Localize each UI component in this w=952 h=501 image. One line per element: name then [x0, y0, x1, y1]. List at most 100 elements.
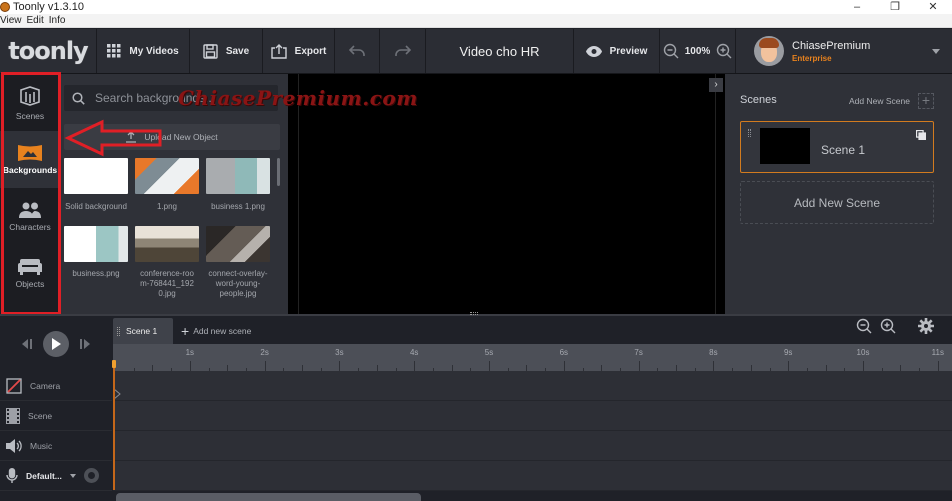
add-new-scene-button[interactable]: Add New Scene [740, 181, 934, 224]
preview-label: Preview [609, 45, 648, 57]
track-camera[interactable] [113, 371, 952, 401]
menu-view[interactable]: View [0, 15, 22, 26]
timeline-tab-scene-1[interactable]: Scene 1 [113, 318, 173, 344]
track-label-microphone[interactable]: Default... [0, 461, 112, 491]
project-title[interactable]: Video cho HR [426, 29, 574, 73]
my-videos-label: My Videos [129, 45, 179, 57]
asset-thumb-connect-overlay[interactable] [206, 226, 270, 262]
mic-dropdown-chevron-icon[interactable] [69, 473, 76, 478]
ruler-tick [863, 361, 864, 371]
track-voice[interactable] [113, 461, 952, 491]
toonly-logo: toonly [0, 29, 97, 73]
ruler-tick [788, 361, 790, 371]
film-icon [6, 407, 20, 424]
chevron-down-icon[interactable] [932, 49, 940, 54]
drag-handle-icon [117, 326, 120, 336]
ruler-tick [937, 361, 939, 371]
export-icon [270, 43, 287, 59]
add-new-scene-label: Add new scene [193, 326, 252, 336]
menubar: View Edit Info [0, 14, 952, 28]
transport-controls [0, 316, 112, 372]
avatar [754, 36, 784, 66]
asset-thumb-business[interactable] [64, 226, 128, 262]
annotation-arrow [64, 119, 162, 157]
track-name: Default... [26, 470, 62, 481]
add-new-scene-link[interactable]: Add New Scene [849, 96, 910, 106]
ruler-tick [339, 361, 341, 371]
ruler-label: 4s [409, 348, 419, 357]
track-label-scene[interactable]: Scene [0, 401, 112, 431]
save-label: Save [225, 45, 250, 57]
ruler-label: 3s [335, 348, 344, 357]
save-button[interactable]: Save [190, 29, 263, 73]
asset-thumb-conference-room[interactable] [135, 226, 199, 262]
redo-button[interactable] [380, 29, 426, 73]
settings-gear-icon[interactable] [918, 318, 934, 334]
drag-handle-icon[interactable] [748, 129, 751, 137]
zoom-level: 100% [684, 45, 711, 57]
playhead[interactable] [113, 360, 115, 490]
play-icon [52, 338, 61, 350]
timeline-zoom-out-icon[interactable] [856, 318, 872, 334]
minimize-button[interactable]: – [838, 0, 876, 14]
track-music[interactable] [113, 431, 952, 461]
asset-label: connect-overlay-word-young-people.jpg [208, 269, 268, 298]
preview-button[interactable]: Preview [574, 29, 660, 73]
track-label-camera[interactable]: Camera [0, 371, 112, 401]
ruler-tick [414, 361, 416, 371]
undo-button[interactable] [335, 29, 380, 73]
zoom-in-icon[interactable] [716, 43, 732, 59]
plus-icon: + [181, 323, 190, 339]
asset-thumb-solid[interactable] [64, 158, 128, 194]
ruler-label: 9s [783, 348, 793, 357]
asset-thumb-1[interactable] [135, 158, 199, 194]
ruler-tick [489, 361, 490, 371]
ruler-tick [189, 361, 191, 371]
ruler-tick [713, 361, 715, 371]
main-toolbar: toonly My Videos Save Export Video cho H… [0, 29, 952, 74]
export-label: Export [294, 45, 327, 57]
window-title: Toonly v1.3.10 [13, 1, 84, 13]
menu-edit[interactable]: Edit [27, 15, 44, 26]
microphone-icon [6, 467, 18, 483]
close-button[interactable]: ✕ [914, 0, 952, 14]
stage-canvas[interactable] [288, 74, 725, 314]
track-scene[interactable] [113, 401, 952, 431]
step-forward-icon[interactable] [79, 339, 91, 349]
step-back-icon[interactable] [21, 339, 33, 349]
app-icon [0, 2, 10, 12]
user-menu[interactable]: ChiasePremium Enterprise [736, 29, 952, 73]
ruler-label: 1s [185, 348, 195, 357]
collapse-panel-button[interactable]: › [709, 78, 723, 92]
highlight-box [1, 72, 61, 315]
add-new-scene-tab[interactable]: + Add new scene [181, 323, 251, 339]
timeline-zoom-in-icon[interactable] [880, 318, 896, 334]
track-label-music[interactable]: Music [0, 431, 112, 461]
add-scene-plus-button[interactable]: + [918, 93, 934, 109]
export-button[interactable]: Export [263, 29, 335, 73]
eye-icon [585, 45, 602, 57]
save-icon [203, 43, 218, 59]
restore-button[interactable]: ❐ [876, 0, 914, 14]
user-plan-badge: Enterprise [792, 53, 832, 63]
ruler-label: 11s [931, 348, 944, 357]
window-titlebar: Toonly v1.3.10 – ❐ ✕ [0, 0, 952, 14]
ruler-label: 6s [559, 348, 569, 357]
asset-label: conference-room-768441_1920.jpg [140, 269, 194, 298]
splitter-grip[interactable] [470, 312, 478, 315]
record-button[interactable] [83, 468, 99, 483]
ruler-label: 8s [709, 348, 718, 357]
ruler-tick [563, 361, 565, 371]
menu-info[interactable]: Info [49, 15, 66, 26]
my-videos-button[interactable]: My Videos [97, 29, 190, 73]
zoom-controls: 100% [660, 29, 736, 73]
assets-scrollbar[interactable] [277, 158, 280, 186]
playhead-handle[interactable] [112, 360, 116, 368]
zoom-out-icon[interactable] [663, 43, 679, 59]
duplicate-icon[interactable] [916, 130, 926, 140]
asset-thumb-business-1[interactable] [206, 158, 270, 194]
scenes-panel-title: Scenes [740, 94, 777, 106]
timeline-horizontal-scrollbar[interactable] [116, 493, 421, 501]
play-button[interactable] [43, 331, 69, 357]
timeline-ruler[interactable]: 1s 2s 3s 4s 5s 6s 7s 8s 9s 10s 11s [113, 344, 952, 371]
